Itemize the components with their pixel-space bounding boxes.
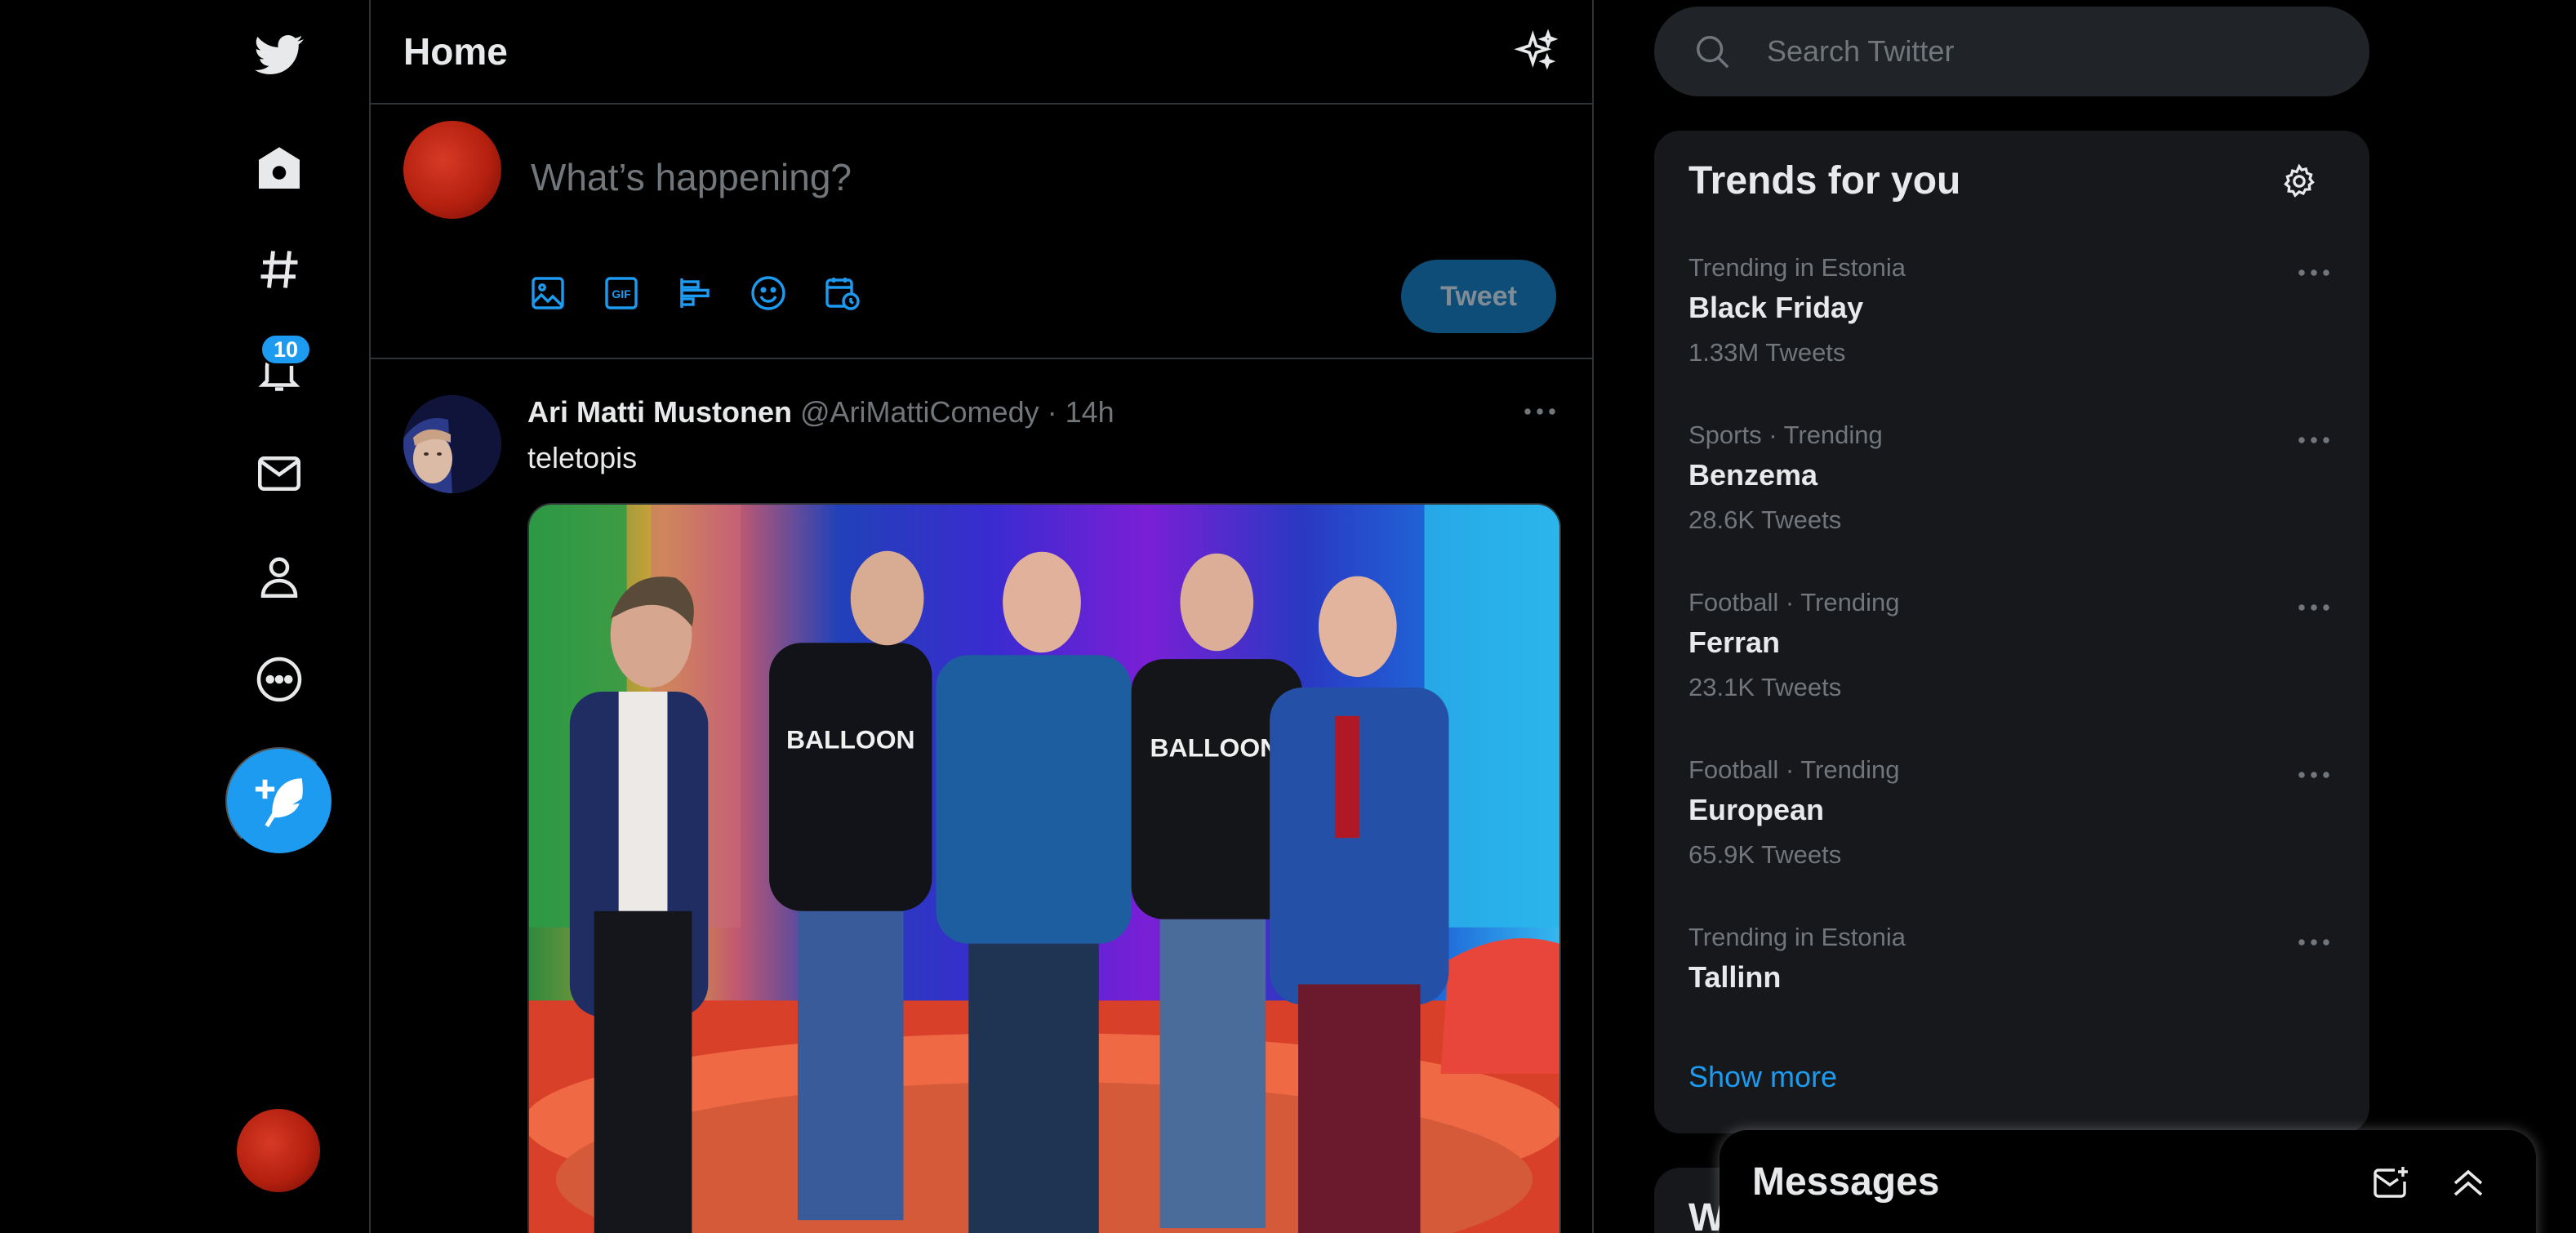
search-input[interactable] (1767, 34, 2289, 69)
poll-icon[interactable] (673, 271, 717, 315)
trend-count: 23.1K Tweets (1688, 673, 1842, 701)
tweet-composer (371, 105, 1592, 359)
trend-item[interactable]: Football · Trending European 65.9K Tweet… (1654, 755, 2369, 922)
more-icon[interactable] (2294, 759, 2334, 791)
tweet-photo[interactable]: BALLOON BALLOON (527, 503, 1561, 1233)
tweet-more-icon[interactable] (1520, 397, 1559, 426)
home-icon[interactable] (245, 134, 314, 203)
account-avatar[interactable] (237, 1109, 320, 1192)
trend-item[interactable]: Football · Trending Ferran 23.1K Tweets (1654, 588, 2369, 754)
trend-context: Football · Trending (1688, 588, 1900, 616)
gear-icon[interactable] (2276, 158, 2322, 204)
trend-count: 1.33M Tweets (1688, 338, 1846, 367)
photo-shirt-text-2: BALLOON (1150, 733, 1279, 763)
notifications-badge: 10 (260, 333, 312, 366)
trend-name: Tallinn (1688, 960, 1782, 994)
more-icon[interactable] (2294, 256, 2334, 289)
timeline-header: Home (371, 0, 1592, 105)
tweet-header: Ari Matti Mustonen @AriMattiComedy · 14h (527, 395, 1114, 430)
trend-name: Benzema (1688, 458, 1818, 492)
trend-name: European (1688, 793, 1825, 826)
trend-context: Trending in Estonia (1688, 253, 1906, 282)
more-icon[interactable] (2294, 424, 2334, 456)
sparkle-icon[interactable] (1514, 29, 1559, 74)
composer-input[interactable]: What’s happening? (531, 155, 852, 199)
compose-tweet-button[interactable] (225, 747, 333, 855)
trends-title: Trends for you (1688, 159, 1961, 203)
more-circle-icon[interactable] (245, 645, 314, 714)
composer-avatar (403, 121, 501, 219)
right-sidebar: Trends for you Trending in Estonia Black… (1654, 0, 2576, 1233)
chevron-up-icon[interactable] (2446, 1161, 2490, 1205)
emoji-icon[interactable] (746, 271, 790, 315)
schedule-icon[interactable] (820, 271, 864, 315)
trend-item[interactable]: Sports · Trending Benzema 28.6K Tweets (1654, 421, 2369, 587)
trends-panel: Trends for you Trending in Estonia Black… (1654, 131, 2369, 1133)
left-sidebar: 10 (0, 0, 369, 1233)
search-icon (1697, 36, 1729, 69)
hashtag-icon[interactable] (245, 235, 314, 304)
tweet-separator: · (1047, 395, 1057, 429)
person-icon[interactable] (245, 542, 314, 611)
image-icon[interactable] (526, 271, 570, 315)
envelope-icon[interactable] (245, 439, 314, 508)
trend-context: Sports · Trending (1688, 421, 1883, 449)
messages-drawer[interactable]: Messages (1720, 1130, 2536, 1233)
trend-name: Ferran (1688, 625, 1781, 659)
tweet-timestamp[interactable]: 14h (1066, 395, 1114, 430)
feather-plus-icon (255, 778, 303, 828)
photo-shirt-text: BALLOON (786, 725, 915, 754)
tweet-text: teletopis (527, 441, 638, 474)
main-timeline: Home What’s happening? GIF Tweet Ari Mat… (369, 0, 1594, 1233)
trend-count: 65.9K Tweets (1688, 840, 1842, 869)
gif-icon[interactable]: GIF (599, 271, 643, 315)
trend-item[interactable]: Trending in Estonia Black Friday 1.33M T… (1654, 253, 2369, 420)
tweet-author-name[interactable]: Ari Matti Mustonen (527, 395, 792, 430)
page-title: Home (403, 30, 508, 73)
trend-name: Black Friday (1688, 291, 1864, 324)
search-bar[interactable] (1654, 7, 2369, 96)
tweet-author-avatar[interactable] (403, 395, 501, 493)
messages-title: Messages (1752, 1160, 1940, 1204)
trend-count: 28.6K Tweets (1688, 505, 1842, 534)
tweet-button[interactable]: Tweet (1401, 260, 1556, 333)
new-message-icon[interactable] (2369, 1161, 2414, 1205)
composer-toolbar: GIF (526, 271, 864, 315)
more-icon[interactable] (2294, 591, 2334, 624)
tweet-author-handle[interactable]: @AriMattiComedy (800, 395, 1039, 430)
gif-label: GIF (612, 287, 631, 300)
trend-context: Football · Trending (1688, 755, 1900, 784)
twitter-logo-icon[interactable] (245, 20, 314, 88)
show-more-link[interactable]: Show more (1688, 1060, 1837, 1094)
more-icon[interactable] (2294, 926, 2334, 959)
trend-context: Trending in Estonia (1688, 923, 1906, 951)
